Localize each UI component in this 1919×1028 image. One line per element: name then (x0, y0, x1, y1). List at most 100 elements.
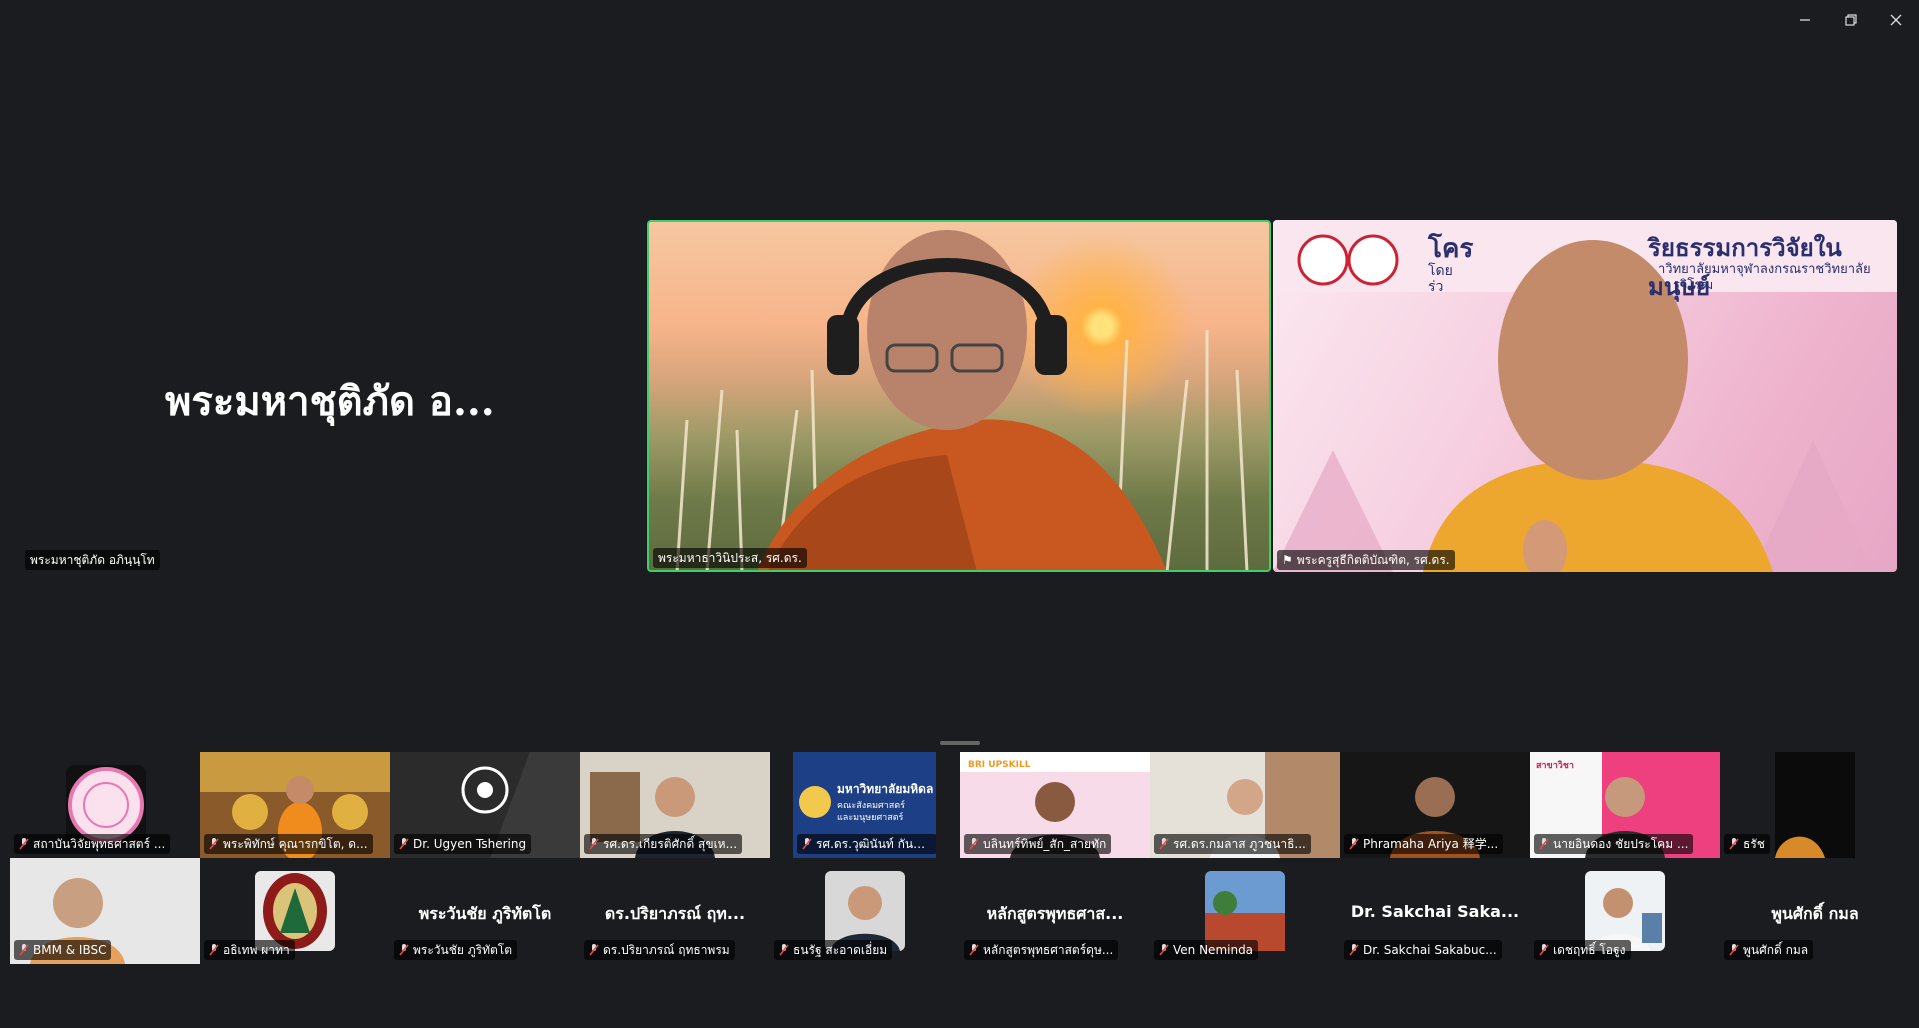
mic-muted-icon (779, 944, 789, 956)
mic-muted-icon (969, 944, 979, 956)
participant-label: รศ.ดร.เกียรติศักดิ์ สุขเห... (584, 834, 743, 854)
mic-muted-icon (399, 944, 409, 956)
slide-tag: สาขาวิชา (1536, 761, 1574, 771)
mic-muted-icon (1539, 838, 1549, 850)
participant-name-display: หลักสูตรพุทธศาส... (986, 904, 1124, 923)
participant-tile[interactable]: สาขาวิชา นายอินดอง ชัยประโคม ... (1530, 752, 1720, 858)
speaker-name-display: พระมหาชุติภัด อ... (165, 378, 495, 425)
participant-label: นายอินดอง ชัยประโคม ... (1534, 834, 1694, 854)
slide-subtitle2-left: ร่ว (1428, 279, 1444, 295)
participant-label: หลักสูตรพุทธศาสตร์ดุษ... (964, 940, 1119, 960)
mic-muted-icon (1349, 838, 1359, 850)
participant-label: สถาบันวิจัยพุทธศาสตร์ ... (14, 834, 171, 854)
participant-name-display: Dr. Sakchai Saka... (1350, 902, 1520, 921)
participant-label-text: ธรัช (1743, 837, 1765, 851)
participant-label-text: BMM & IBSC (33, 943, 107, 957)
participant-label-text: รศ.ดร.กมลาส ภูวชนาธิ... (1173, 837, 1306, 851)
gallery-resize-handle[interactable] (940, 741, 980, 745)
participant-tile[interactable]: สถาบันวิจัยพุทธศาสตร์ ... (10, 752, 200, 858)
video-label-1-text: พระมหาธาวินิประส, รศ.ดร. (658, 551, 802, 565)
participant-tile[interactable]: BRI UPSKILL บลินทร์ทิพย์_สัก_สายทัก (960, 752, 1150, 858)
slide-logo: BRI UPSKILL (968, 760, 1031, 770)
participant-label: พูนศักดิ์ กมล (1724, 940, 1814, 960)
participant-label-text: ธนรัฐ สะอาดเอี่ยม (793, 943, 888, 957)
participant-tile[interactable]: หลักสูตรพุทธศาส... หลักสูตรพุทธศาสตร์ดุษ… (960, 858, 1150, 964)
participant-tile[interactable]: BMM & IBSC (10, 858, 200, 964)
participant-tile[interactable]: เดชฤทธิ์ โอฐูง (1530, 858, 1720, 964)
participant-label-text: รศ.ดร.วุฒินันท์ กันทะตี... (816, 837, 936, 851)
minimize-button[interactable] (1790, 10, 1820, 30)
participant-label-text: Phramaha Ariya 释学... (1363, 837, 1499, 851)
participant-tile[interactable]: ธรัช (1720, 752, 1910, 858)
participant-label-text: เดชฤทธิ์ โอฐูง (1553, 943, 1626, 957)
participant-label-text: พูนศักดิ์ กมล (1743, 943, 1809, 957)
participant-label-text: อธิเทพ ผาทา (223, 943, 290, 957)
participant-label: Phramaha Ariya 释学... (1344, 834, 1504, 854)
slide-title: มหาวิทยาลัยมหิดล (837, 782, 934, 796)
mic-muted-icon (969, 838, 979, 850)
video-label-2-text: พระครูสุธีกิตติบัณฑิต, รศ.ดร. (1296, 553, 1450, 567)
participant-name-display: พูนศักดิ์ กมล (1771, 904, 1859, 923)
mic-muted-icon (1159, 944, 1169, 956)
minimize-icon (1800, 19, 1810, 21)
participant-label: Dr. Sakchai Sakabuc... (1344, 940, 1502, 960)
participant-label: รศ.ดร.กมลาส ภูวชนาธิ... (1154, 834, 1311, 854)
participant-tile[interactable]: Ven Neminda (1150, 858, 1340, 964)
participant-label: พระวันชัย ภูริทัตโต (394, 940, 518, 960)
participant-label: รศ.ดร.วุฒินันท์ กันทะตี... (797, 834, 936, 854)
participant-label-text: บลินทร์ทิพย์_สัก_สายทัก (983, 837, 1107, 851)
participant-label-text: ดร.ปริยาภรณ์ ฤทธาพรม (603, 943, 730, 957)
participant-label: Ven Neminda (1154, 940, 1259, 960)
mic-muted-icon (19, 944, 29, 956)
slide-subtitle2-right: รวิโรฒ (1673, 278, 1713, 293)
participant-label: BMM & IBSC (14, 940, 112, 960)
slide-subtitle2: และมนุษยศาสตร์ (837, 813, 904, 823)
mic-muted-icon (1159, 838, 1169, 850)
participant-tile[interactable]: Dr. Ugyen Tshering (390, 752, 580, 858)
close-button[interactable] (1881, 10, 1911, 30)
participant-label-text: นายอินดอง ชัยประโคม ... (1553, 837, 1689, 851)
close-icon (1890, 14, 1902, 26)
participant-label-text: พระพิทักษ์ คุณารกขิโต, ด... (223, 837, 368, 851)
mic-muted-icon (802, 838, 812, 850)
speaker-label-text: พระมหาชุติภัด อภินฺนฺโท (30, 553, 155, 567)
participant-label-text: Ven Neminda (1173, 943, 1254, 957)
participant-label: Dr. Ugyen Tshering (394, 834, 532, 854)
mic-muted-icon (1539, 944, 1549, 956)
mic-muted-icon (1729, 838, 1739, 850)
participant-tile[interactable]: ดร.ปริยาภรณ์ ฤท... ดร.ปริยาภรณ์ ฤทธาพรม (580, 858, 770, 964)
video-tile-active-speaker[interactable]: พระมหาธาวินิประส, รศ.ดร. (647, 220, 1271, 572)
participant-tile[interactable]: พูนศักดิ์ กมล พูนศักดิ์ กมล (1720, 858, 1910, 964)
participant-tile[interactable]: Phramaha Ariya 释学... (1340, 752, 1530, 858)
video-tile-presenter[interactable]: โคร ริยธรรมการวิจัยในมนุษย์ โดย าวิทยาลั… (1273, 220, 1897, 572)
participant-tile[interactable]: พระพิทักษ์ คุณารกขิโต, ด... (200, 752, 390, 858)
participant-label-text: สถาบันวิจัยพุทธศาสตร์ ... (33, 837, 166, 851)
mic-muted-icon (399, 838, 409, 850)
participant-tile[interactable]: พระวันชัย ภูริทัตโต พระวันชัย ภูริทัตโต (390, 858, 580, 964)
mic-muted-icon (589, 944, 599, 956)
participant-label-text: หลักสูตรพุทธศาสตร์ดุษ... (983, 943, 1114, 957)
participant-label-text: Dr. Ugyen Tshering (413, 837, 527, 851)
participant-tile[interactable]: Dr. Sakchai Saka... Dr. Sakchai Sakabuc.… (1340, 858, 1530, 964)
pin-icon: ⚑ (1282, 553, 1293, 567)
participant-tile[interactable]: ธนรัฐ สะอาดเอี่ยม (770, 858, 960, 964)
participant-label-text: พระวันชัย ภูริทัตโต (413, 943, 513, 957)
participant-tile[interactable]: อธิเทพ ผาทา (200, 858, 390, 964)
mic-muted-icon (19, 838, 29, 850)
video-label-2: ⚑ พระครูสุธีกิตติบัณฑิต, รศ.ดร. (1277, 550, 1455, 570)
restore-button[interactable] (1836, 10, 1866, 30)
participant-tile[interactable]: มหาวิทยาลัยมหิดล คณะสังคมศาสตร์ และมนุษย… (793, 752, 936, 858)
mic-muted-icon (209, 944, 219, 956)
participant-label-text: Dr. Sakchai Sakabuc... (1363, 943, 1497, 957)
participant-label: ธนรัฐ สะอาดเอี่ยม (774, 940, 893, 960)
participant-tile[interactable]: รศ.ดร.กมลาส ภูวชนาธิ... (1150, 752, 1340, 858)
mic-muted-icon (589, 838, 599, 850)
restore-icon (1845, 14, 1857, 26)
video-label-1: พระมหาธาวินิประส, รศ.ดร. (653, 548, 807, 568)
speaker-tile[interactable]: พระมหาชุติภัด อ... พระมหาชุติภัด อภินฺนฺ… (0, 221, 646, 573)
participant-name-display: ดร.ปริยาภรณ์ ฤท... (604, 904, 746, 923)
mic-muted-icon (1729, 944, 1739, 956)
participant-tile[interactable]: รศ.ดร.เกียรติศักดิ์ สุขเห... (580, 752, 770, 858)
participant-label: อธิเทพ ผาทา (204, 940, 295, 960)
participant-label: เดชฤทธิ์ โอฐูง (1534, 940, 1631, 960)
